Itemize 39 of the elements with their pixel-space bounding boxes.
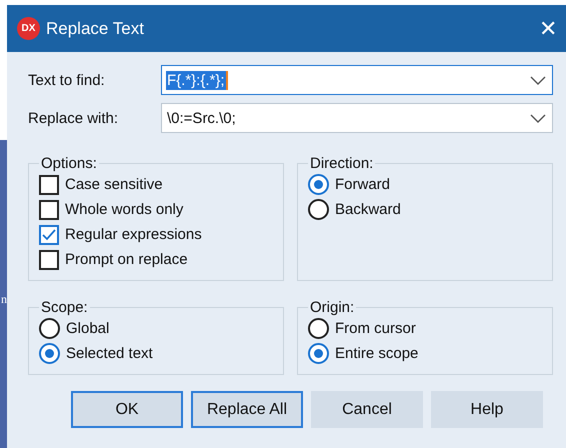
close-button[interactable]: ✕ bbox=[539, 18, 557, 40]
checkbox[interactable] bbox=[39, 250, 59, 270]
group-title: Direction: bbox=[309, 155, 374, 172]
radio-button[interactable] bbox=[308, 343, 329, 364]
checkbox-label: Regular expressions bbox=[65, 226, 202, 243]
checkbox-label: Whole words only bbox=[65, 201, 184, 218]
chevron-down-icon bbox=[530, 114, 546, 122]
group-title: Scope: bbox=[40, 299, 89, 316]
radio-label: Selected text bbox=[66, 345, 153, 362]
dialog-button[interactable]: Help bbox=[431, 391, 543, 428]
radio-button[interactable] bbox=[39, 318, 60, 339]
radio-label: Backward bbox=[335, 201, 401, 218]
radio-label: Global bbox=[66, 320, 110, 337]
radio-button[interactable] bbox=[39, 343, 60, 364]
checkbox[interactable] bbox=[39, 224, 59, 244]
window-title: Replace Text bbox=[46, 18, 145, 38]
combo-field[interactable]: \0:=Src.\0; bbox=[161, 103, 553, 133]
checkbox-label: Case sensitive bbox=[65, 176, 163, 193]
checkmark-icon bbox=[42, 228, 56, 240]
dialog-button[interactable]: Replace All bbox=[191, 391, 303, 428]
app-logo: DX bbox=[17, 17, 40, 40]
radio-label: Forward bbox=[335, 176, 390, 193]
field-label: Text to find: bbox=[28, 72, 106, 88]
radio-label: Entire scope bbox=[335, 345, 418, 362]
combo-field[interactable]: F{.*}:{.*}; bbox=[161, 65, 553, 95]
field-label: Replace with: bbox=[28, 110, 120, 126]
radio-button[interactable] bbox=[308, 174, 329, 195]
chevron-down-icon bbox=[530, 76, 546, 84]
dialog-button[interactable]: OK bbox=[71, 391, 183, 428]
group-title: Origin: bbox=[309, 299, 356, 316]
radio-button[interactable] bbox=[308, 199, 329, 220]
checkbox[interactable] bbox=[39, 174, 59, 194]
dialog-button[interactable]: Cancel bbox=[311, 391, 423, 428]
checkbox[interactable] bbox=[39, 200, 59, 220]
group-title: Options: bbox=[40, 155, 98, 172]
checkbox-label: Prompt on replace bbox=[65, 251, 188, 268]
radio-button[interactable] bbox=[308, 318, 329, 339]
background-text: n bbox=[1, 293, 7, 306]
radio-label: From cursor bbox=[335, 320, 416, 337]
